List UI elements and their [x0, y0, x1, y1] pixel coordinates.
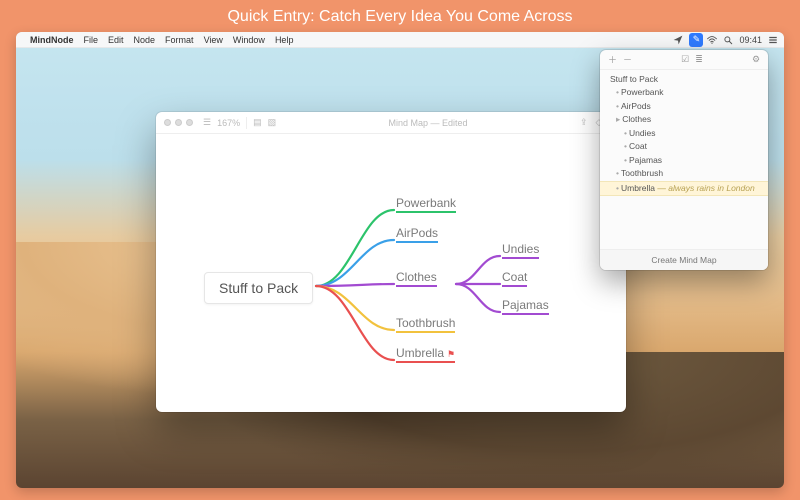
node-powerbank[interactable]: Powerbank	[396, 196, 456, 213]
mindmap-canvas[interactable]: Stuff to Pack Powerbank AirPods Clothes …	[156, 134, 626, 412]
qe-item-coat[interactable]: •Coat	[600, 140, 768, 153]
zoom-level[interactable]: 167%	[217, 118, 240, 128]
spotlight-icon[interactable]	[723, 35, 733, 45]
menubar-clock[interactable]: 09:41	[739, 35, 762, 45]
menubar: MindNode File Edit Node Format View Wind…	[16, 32, 784, 48]
macos-desktop: MindNode File Edit Node Format View Wind…	[16, 32, 784, 488]
promo-frame: Quick Entry: Catch Every Idea You Come A…	[0, 0, 800, 500]
menu-file[interactable]: File	[84, 35, 99, 45]
notification-center-icon[interactable]	[768, 35, 778, 45]
window-titlebar: ☰ 167% ▤ ▧ Mind Map — Edited ⇪ ◇ ⊕	[156, 112, 626, 134]
node-coat[interactable]: Coat	[502, 270, 527, 287]
menu-window[interactable]: Window	[233, 35, 265, 45]
qe-item-powerbank[interactable]: •Powerbank	[600, 86, 768, 99]
root-node[interactable]: Stuff to Pack	[204, 272, 313, 304]
menu-format[interactable]: Format	[165, 35, 194, 45]
qe-outline-icon[interactable]: ≣	[695, 54, 703, 65]
wifi-status-icon[interactable]	[707, 35, 717, 45]
quick-entry-toolbar: ＋ － ☑ ≣ ⚙	[600, 50, 768, 70]
share-icon[interactable]: ⇪	[580, 117, 588, 128]
qe-item-umbrella[interactable]: •Umbrella — always rains in London	[600, 181, 768, 196]
menu-help[interactable]: Help	[275, 35, 294, 45]
qe-item-undies[interactable]: •Undies	[600, 127, 768, 140]
zoom-icon[interactable]	[186, 119, 193, 126]
node-umbrella[interactable]: Umbrella⚑	[396, 346, 455, 363]
menu-view[interactable]: View	[204, 35, 223, 45]
qe-item-toothbrush[interactable]: •Toothbrush	[600, 167, 768, 180]
node-umbrella-label: Umbrella	[396, 346, 444, 360]
node-airpods[interactable]: AirPods	[396, 226, 438, 243]
qe-item-root[interactable]: Stuff to Pack	[600, 73, 768, 86]
quick-entry-panel: ＋ － ☑ ≣ ⚙ Stuff to Pack •Powerbank •AirP…	[600, 50, 768, 270]
minimize-icon[interactable]	[175, 119, 182, 126]
qe-add-button[interactable]: ＋	[608, 53, 617, 66]
menu-edit[interactable]: Edit	[108, 35, 124, 45]
qe-item-pajamas[interactable]: •Pajamas	[600, 154, 768, 167]
qe-item-airpods[interactable]: •AirPods	[600, 100, 768, 113]
qe-checklist-icon[interactable]: ☑	[681, 54, 689, 65]
create-mind-map-button[interactable]: Create Mind Map	[600, 249, 768, 270]
document-window: ☰ 167% ▤ ▧ Mind Map — Edited ⇪ ◇ ⊕	[156, 112, 626, 412]
outline-view-icon[interactable]: ▤	[253, 117, 262, 128]
qe-settings-icon[interactable]: ⚙	[752, 54, 760, 65]
location-status-icon[interactable]	[673, 35, 683, 45]
window-title: Mind Map — Edited	[282, 118, 574, 128]
menu-node[interactable]: Node	[134, 35, 156, 45]
quick-entry-list[interactable]: Stuff to Pack •Powerbank •AirPods ▸Cloth…	[600, 70, 768, 199]
sidebar-toggle-icon[interactable]: ☰	[203, 117, 211, 128]
node-undies[interactable]: Undies	[502, 242, 539, 259]
node-clothes[interactable]: Clothes	[396, 270, 437, 287]
close-icon[interactable]	[164, 119, 171, 126]
qe-remove-button[interactable]: －	[623, 53, 632, 66]
media-icon[interactable]: ▧	[268, 117, 277, 128]
qe-item-clothes[interactable]: ▸Clothes	[600, 113, 768, 126]
promo-title: Quick Entry: Catch Every Idea You Come A…	[227, 8, 572, 26]
quick-entry-menubar-icon[interactable]: ✎	[689, 33, 703, 47]
node-pajamas[interactable]: Pajamas	[502, 298, 549, 315]
node-toothbrush[interactable]: Toothbrush	[396, 316, 455, 333]
flag-icon: ⚑	[447, 349, 455, 359]
window-traffic-lights[interactable]	[164, 119, 193, 126]
app-menu[interactable]: MindNode	[30, 35, 74, 45]
